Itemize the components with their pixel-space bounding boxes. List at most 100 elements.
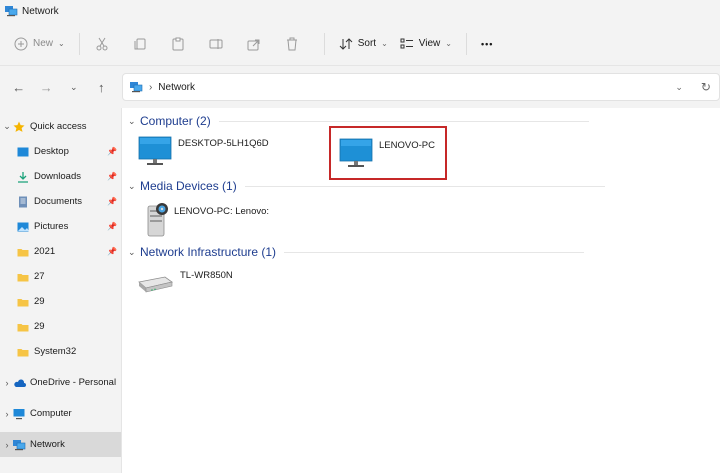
network-item-router[interactable]: TL-WR850N (136, 268, 233, 298)
sidebar-item-label: Quick access (30, 121, 87, 132)
sidebar-item-label: 29 (34, 296, 45, 307)
network-icon (5, 6, 18, 17)
folder-icon (16, 245, 30, 259)
sidebar-item-desktop[interactable]: Desktop 📌 (0, 139, 121, 164)
group-label: Computer (2) (140, 114, 211, 128)
chevron-down-icon[interactable]: ⌄ (2, 121, 12, 132)
chevron-down-icon[interactable]: ⌄ (128, 247, 138, 258)
sidebar-item-label: 27 (34, 271, 45, 282)
paste-icon[interactable] (164, 30, 192, 58)
address-dropdown-icon[interactable]: ⌄ (675, 82, 683, 93)
sidebar-item-label: Pictures (34, 221, 69, 232)
pin-icon[interactable]: 📌 (107, 222, 117, 231)
share-icon[interactable] (240, 30, 268, 58)
chevron-down-icon: ⌄ (58, 39, 65, 48)
sidebar-item-documents[interactable]: Documents 📌 (0, 189, 121, 214)
cut-icon[interactable] (88, 30, 116, 58)
network-item-desktop[interactable]: DESKTOP-5LH1Q6D (138, 136, 269, 168)
pictures-icon (16, 220, 30, 234)
group-header-network-infrastructure[interactable]: ⌄ Network Infrastructure (1) (128, 245, 585, 259)
main-area: ⌄ Quick access Desktop 📌 Downloads 📌 Doc… (0, 108, 720, 473)
sidebar-item-label: 2021 (34, 246, 56, 257)
sidebar-item-quick-access[interactable]: ⌄ Quick access (0, 114, 121, 139)
sidebar-item-downloads[interactable]: Downloads 📌 (0, 164, 121, 189)
chevron-right-icon: › (148, 81, 153, 93)
chevron-right-icon[interactable]: › (2, 378, 12, 388)
sidebar-item-label: Network (30, 439, 65, 450)
breadcrumb[interactable]: Network (158, 82, 195, 93)
up-button[interactable]: ↑ (90, 76, 111, 98)
sidebar-item-label: OneDrive - Personal (30, 377, 117, 388)
network-item-media-device[interactable]: LENOVO-PC: Lenovo: (142, 200, 269, 238)
sidebar-item-label: System32 (34, 346, 77, 357)
chevron-right-icon[interactable]: › (2, 409, 12, 419)
item-label: LENOVO-PC: Lenovo: (174, 206, 270, 217)
back-button[interactable]: ← (8, 76, 29, 98)
pin-icon[interactable]: 📌 (107, 172, 117, 181)
network-icon (12, 438, 26, 452)
toolbar-divider (323, 32, 325, 55)
item-label: TL-WR850N (180, 270, 233, 281)
chevron-down-icon: ⌄ (445, 39, 452, 48)
sidebar-item-label: Computer (30, 408, 72, 419)
file-list: ⌄ Computer (2) DESKTOP-5LH1Q6D LENOVO-PC (122, 108, 720, 473)
sidebar-item-computer[interactable]: › Computer (0, 401, 121, 426)
sort-button[interactable]: Sort ⌄ (333, 30, 394, 58)
sidebar-item-label: Documents (34, 196, 83, 207)
document-icon (16, 195, 30, 209)
sidebar-item-pictures[interactable]: Pictures 📌 (0, 214, 121, 239)
address-row: ← → ⌄ ↑ › Network ⌄ ↻ (0, 66, 720, 108)
toolbar-divider (465, 32, 467, 55)
sidebar-item-folder[interactable]: 2021 📌 (0, 239, 121, 264)
address-bar[interactable]: › Network ⌄ ↻ (121, 73, 720, 101)
pin-icon[interactable]: 📌 (107, 197, 117, 206)
sidebar-item-folder[interactable]: 27 (0, 264, 121, 289)
plus-circle-icon (14, 37, 28, 50)
group-divider (244, 185, 605, 187)
forward-button[interactable]: → (35, 76, 56, 98)
chevron-down-icon: ⌄ (381, 39, 388, 48)
arrow-up-icon: ↑ (97, 79, 105, 95)
network-icon (129, 82, 143, 93)
computer-monitor-icon (138, 136, 172, 165)
refresh-icon[interactable]: ↻ (701, 80, 711, 94)
star-icon (12, 120, 26, 134)
router-icon (138, 276, 173, 293)
network-item-lenovo-pc[interactable]: LENOVO-PC (329, 126, 447, 180)
copy-icon[interactable] (126, 30, 154, 58)
toolbar-divider (78, 32, 80, 55)
view-button-label: View (418, 38, 441, 49)
more-options-button[interactable]: ••• (475, 30, 499, 58)
pin-icon[interactable]: 📌 (107, 247, 117, 256)
pin-icon[interactable]: 📌 (107, 147, 117, 156)
cloud-icon (12, 376, 26, 390)
more-icon: ••• (480, 38, 494, 49)
group-label: Network Infrastructure (1) (140, 245, 277, 259)
chevron-down-icon[interactable]: ⌄ (128, 181, 138, 192)
sidebar-item-folder[interactable]: System32 (0, 339, 121, 364)
computer-monitor-icon (339, 138, 373, 167)
chevron-down-icon: ⌄ (69, 81, 78, 92)
folder-icon (16, 295, 30, 309)
new-button[interactable]: New ⌄ (8, 30, 71, 58)
recent-locations-button[interactable]: ⌄ (63, 76, 84, 98)
chevron-right-icon[interactable]: › (2, 440, 12, 450)
title-bar: Network (0, 0, 720, 22)
download-icon (16, 170, 30, 184)
media-server-icon (147, 203, 168, 237)
sidebar-item-folder[interactable]: 29 (0, 289, 121, 314)
sidebar-item-onedrive[interactable]: › OneDrive - Personal (0, 370, 121, 395)
sidebar-item-label: Desktop (34, 146, 69, 157)
group-header-media-devices[interactable]: ⌄ Media Devices (1) (128, 179, 605, 193)
sidebar-item-network[interactable]: › Network (0, 432, 121, 457)
folder-icon (16, 345, 30, 359)
sort-icon (339, 37, 353, 50)
group-divider (218, 120, 589, 122)
rename-icon[interactable] (202, 30, 230, 58)
chevron-down-icon[interactable]: ⌄ (128, 116, 138, 127)
delete-icon[interactable] (278, 30, 306, 58)
folder-icon (16, 320, 30, 334)
new-button-label: New (33, 38, 54, 49)
sidebar-item-folder[interactable]: 29 (0, 314, 121, 339)
view-button[interactable]: View ⌄ (394, 30, 458, 58)
